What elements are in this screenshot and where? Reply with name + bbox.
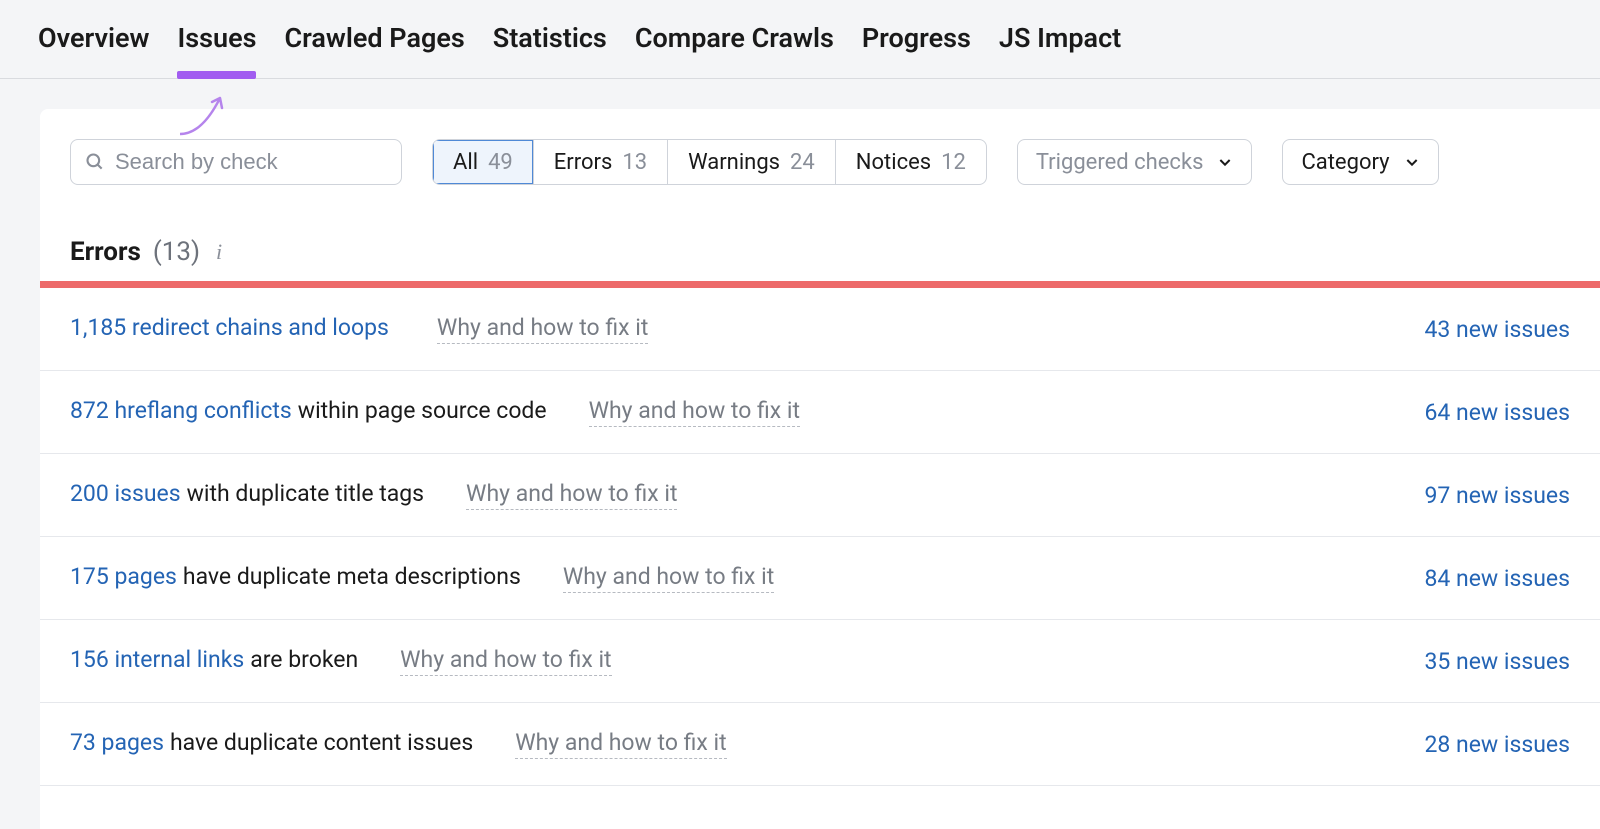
chevron-down-icon [1217,154,1233,170]
tab-statistics[interactable]: Statistics [493,22,607,78]
fix-link[interactable]: Why and how to fix it [563,563,774,593]
triggered-checks-label: Triggered checks [1036,150,1204,175]
fix-link[interactable]: Why and how to fix it [589,397,800,427]
issue-row: 73 pages have duplicate content issues W… [40,703,1600,786]
fix-link[interactable]: Why and how to fix it [466,480,677,510]
issue-text: with duplicate title tags [187,480,424,507]
errors-count: (13) [153,237,200,267]
filter-notices-count: 12 [941,150,966,175]
issue-link[interactable]: 200 issues [70,480,181,507]
search-icon [85,152,105,172]
new-issues-link[interactable]: 43 new issues [1424,316,1570,343]
issue-text: within page source code [298,397,547,424]
filter-errors-count: 13 [622,150,647,175]
filter-all-count: 49 [488,150,513,175]
fix-link[interactable]: Why and how to fix it [437,314,648,344]
issue-link[interactable]: 156 internal links [70,646,244,673]
issue-row: 156 internal links are broken Why and ho… [40,620,1600,703]
category-label: Category [1301,150,1389,175]
filter-all-label: All [453,150,478,175]
errors-title: Errors [70,237,141,267]
issue-text: are broken [250,646,358,673]
fix-link[interactable]: Why and how to fix it [515,729,726,759]
issue-row: 200 issues with duplicate title tags Why… [40,454,1600,537]
category-dropdown[interactable]: Category [1282,139,1438,185]
filter-notices-label: Notices [856,150,931,175]
tab-js-impact[interactable]: JS Impact [999,22,1121,78]
issue-link[interactable]: 175 pages [70,563,177,590]
filter-errors-label: Errors [554,150,613,175]
search-box[interactable] [70,139,402,185]
new-issues-link[interactable]: 28 new issues [1424,731,1570,758]
new-issues-link[interactable]: 64 new issues [1424,399,1570,426]
search-input[interactable] [115,149,403,175]
new-issues-link[interactable]: 97 new issues [1424,482,1570,509]
fix-link[interactable]: Why and how to fix it [400,646,611,676]
issue-link[interactable]: 73 pages [70,729,164,756]
issue-row: 175 pages have duplicate meta descriptio… [40,537,1600,620]
issue-link[interactable]: 872 hreflang conflicts [70,397,292,424]
chevron-down-icon [1404,154,1420,170]
issues-toolbar: All 49 Errors 13 Warnings 24 Notices 12 … [40,109,1600,207]
filter-warnings-count: 24 [790,150,815,175]
info-icon[interactable]: i [212,239,222,265]
filter-segments: All 49 Errors 13 Warnings 24 Notices 12 [432,139,987,185]
issues-panel: All 49 Errors 13 Warnings 24 Notices 12 … [40,109,1600,829]
filter-all[interactable]: All 49 [433,140,534,184]
tab-compare-crawls[interactable]: Compare Crawls [635,22,834,78]
issue-row: 872 hreflang conflicts within page sourc… [40,371,1600,454]
issue-row: 1,185 redirect chains and loops Why and … [40,288,1600,371]
new-issues-link[interactable]: 84 new issues [1424,565,1570,592]
filter-warnings[interactable]: Warnings 24 [668,140,836,184]
tab-crawled-pages[interactable]: Crawled Pages [284,22,464,78]
filter-warnings-label: Warnings [688,150,780,175]
triggered-checks-dropdown[interactable]: Triggered checks [1017,139,1253,185]
errors-section-header: Errors (13) i [40,207,1600,281]
issue-link[interactable]: 1,185 redirect chains and loops [70,314,389,341]
tab-overview[interactable]: Overview [38,22,149,78]
errors-divider [40,281,1600,288]
new-issues-link[interactable]: 35 new issues [1424,648,1570,675]
tab-progress[interactable]: Progress [862,22,971,78]
tab-issues[interactable]: Issues [177,22,256,78]
tab-bar: Overview Issues Crawled Pages Statistics… [0,0,1600,79]
filter-errors[interactable]: Errors 13 [534,140,668,184]
issue-text: have duplicate content issues [170,729,473,756]
issue-text: have duplicate meta descriptions [183,563,521,590]
filter-notices[interactable]: Notices 12 [836,140,986,184]
